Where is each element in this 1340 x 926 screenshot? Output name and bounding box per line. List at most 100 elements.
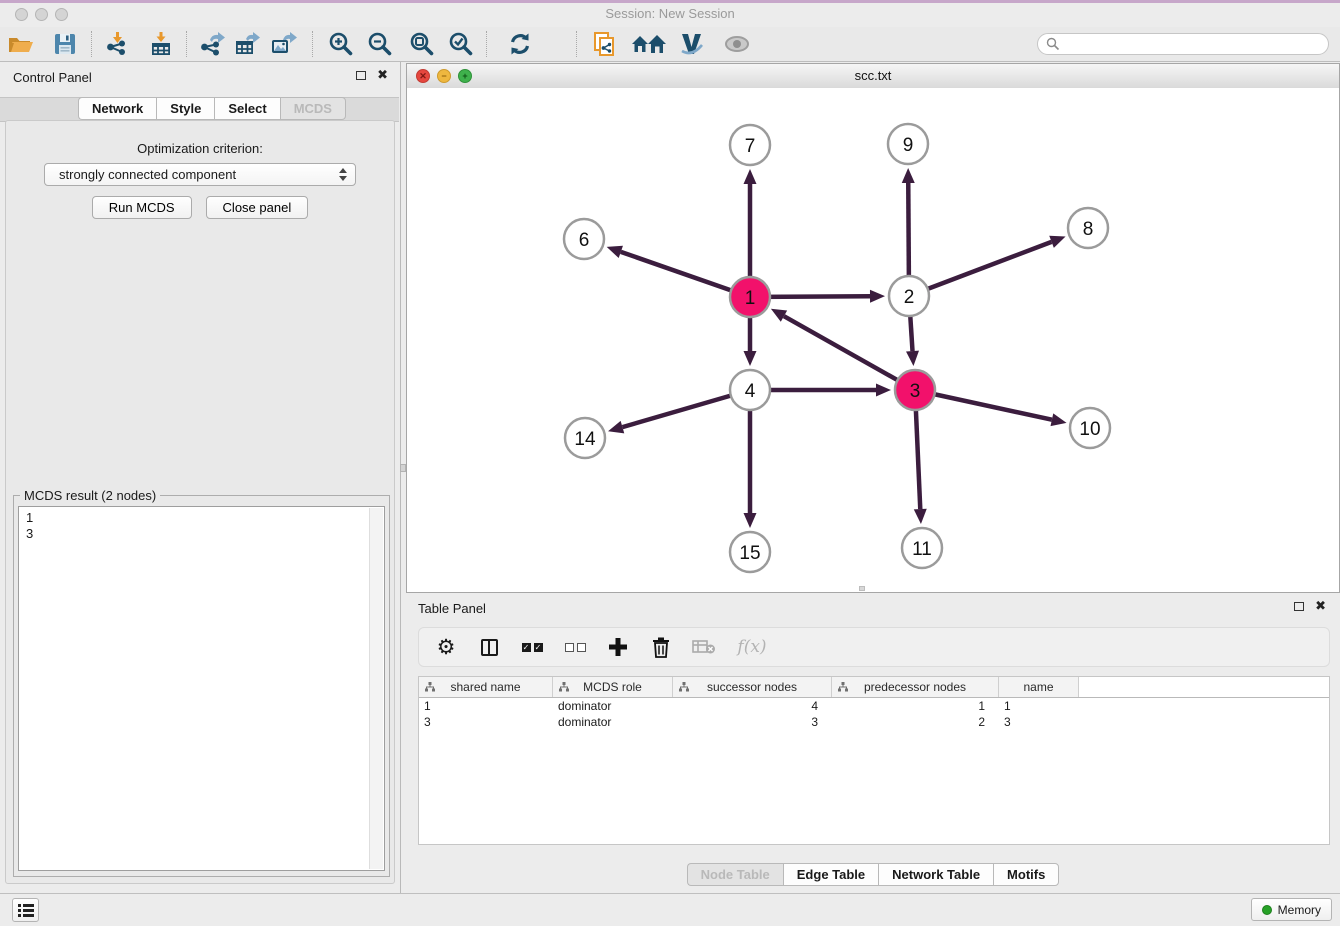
search-input[interactable] bbox=[1064, 35, 1328, 53]
zoom-out-button[interactable] bbox=[365, 30, 395, 58]
network-minimize-button[interactable]: − bbox=[437, 69, 451, 83]
column-header-label: predecessor nodes bbox=[864, 680, 966, 694]
export-image-icon bbox=[269, 31, 297, 57]
close-table-panel-icon[interactable]: ✖ bbox=[1315, 599, 1326, 614]
export-image-button[interactable] bbox=[268, 30, 298, 58]
export-table-button[interactable] bbox=[232, 30, 262, 58]
open-file-button[interactable] bbox=[5, 30, 35, 58]
graph-node-label: 4 bbox=[745, 381, 756, 402]
delete-table-button[interactable] bbox=[692, 635, 716, 659]
close-window-button[interactable] bbox=[15, 8, 28, 21]
mcds-result-lines: 13 bbox=[19, 507, 384, 542]
mcds-result-title: MCDS result (2 nodes) bbox=[20, 488, 160, 503]
close-panel-icon[interactable]: ✖ bbox=[377, 68, 388, 83]
graph-node-label: 10 bbox=[1079, 419, 1100, 440]
graph-edge-2-8[interactable] bbox=[909, 242, 1052, 296]
optimization-criterion-label: Optimization criterion: bbox=[6, 141, 394, 156]
control-panel-title: Control Panel bbox=[13, 70, 92, 85]
network-canvas[interactable]: 1234678910111415 bbox=[407, 88, 1339, 592]
table-cell[interactable]: 3 bbox=[419, 714, 553, 730]
status-bar: Memory bbox=[0, 893, 1340, 926]
table-toolbar: ⚙ ✓ ✓ bbox=[418, 627, 1330, 667]
graph-edge-3-1[interactable] bbox=[784, 316, 915, 390]
column-header-successor-nodes[interactable]: successor nodes bbox=[673, 677, 832, 697]
tab-select[interactable]: Select bbox=[214, 97, 279, 120]
add-column-button[interactable] bbox=[606, 635, 630, 659]
zoom-window-button[interactable] bbox=[55, 8, 68, 21]
function-builder-button[interactable]: f(x) bbox=[735, 635, 769, 659]
save-session-button[interactable] bbox=[50, 30, 80, 58]
import-network-icon bbox=[104, 31, 130, 57]
tab-network[interactable]: Network bbox=[78, 97, 156, 120]
result-scrollbar[interactable] bbox=[369, 508, 383, 869]
select-all-button[interactable]: ✓ ✓ bbox=[520, 635, 544, 659]
search-icon bbox=[1046, 37, 1060, 51]
network-maximize-button[interactable]: + bbox=[458, 69, 472, 83]
table-cell[interactable]: dominator bbox=[553, 714, 673, 730]
column-header-label: successor nodes bbox=[707, 680, 797, 694]
tab-network-table[interactable]: Network Table bbox=[878, 863, 993, 886]
table-body: 1dominator4113dominator323 bbox=[419, 698, 1329, 730]
clone-network-icon bbox=[592, 31, 618, 57]
graph-node-label: 1 bbox=[745, 288, 756, 309]
refresh-icon bbox=[507, 31, 533, 57]
tab-mcds[interactable]: MCDS bbox=[280, 97, 346, 120]
hierarchy-sort-icon bbox=[679, 682, 689, 692]
criterion-select[interactable]: strongly connected component bbox=[44, 163, 356, 186]
column-header-name[interactable]: name bbox=[999, 677, 1079, 697]
home-button[interactable] bbox=[630, 30, 668, 58]
table-cell[interactable]: 3 bbox=[673, 714, 832, 730]
memory-button[interactable]: Memory bbox=[1251, 898, 1332, 921]
show-columns-button[interactable] bbox=[477, 635, 501, 659]
tab-node-table[interactable]: Node Table bbox=[687, 863, 783, 886]
tab-style[interactable]: Style bbox=[156, 97, 214, 120]
export-network-button[interactable] bbox=[197, 30, 227, 58]
node-table: shared name MCDS role successor nodes prede… bbox=[418, 676, 1330, 845]
table-row[interactable]: 1dominator411 bbox=[419, 698, 1329, 714]
column-header-label: shared name bbox=[450, 680, 520, 694]
float-table-panel-icon[interactable] bbox=[1294, 602, 1304, 611]
table-row[interactable]: 3dominator323 bbox=[419, 714, 1329, 730]
main-toolbar bbox=[0, 27, 1340, 62]
column-header-predecessor-nodes[interactable]: predecessor nodes bbox=[832, 677, 999, 697]
delete-column-button[interactable] bbox=[649, 635, 673, 659]
minimize-window-button[interactable] bbox=[35, 8, 48, 21]
unchecked-box-icon bbox=[565, 643, 574, 652]
table-cell[interactable]: 1 bbox=[999, 698, 1079, 714]
zoom-in-button[interactable] bbox=[326, 30, 356, 58]
export-network-icon bbox=[198, 31, 226, 57]
clone-network-button[interactable] bbox=[590, 30, 620, 58]
table-cell[interactable]: 3 bbox=[999, 714, 1079, 730]
run-mcds-button[interactable]: Run MCDS bbox=[92, 196, 192, 219]
tab-motifs[interactable]: Motifs bbox=[993, 863, 1059, 886]
graph-node-label: 15 bbox=[739, 543, 760, 564]
table-cell[interactable]: dominator bbox=[553, 698, 673, 714]
network-close-button[interactable]: ✕ bbox=[416, 69, 430, 83]
graph-node-label: 14 bbox=[574, 429, 596, 450]
column-header-shared-name[interactable]: shared name bbox=[419, 677, 553, 697]
task-history-button[interactable] bbox=[12, 898, 39, 922]
show-hide-panels-button[interactable] bbox=[722, 30, 752, 58]
table-cell[interactable]: 4 bbox=[673, 698, 832, 714]
mcds-result-textarea[interactable]: 13 bbox=[18, 506, 385, 871]
import-table-button[interactable] bbox=[146, 30, 176, 58]
import-network-button[interactable] bbox=[102, 30, 132, 58]
horizontal-splitter-handle[interactable] bbox=[859, 586, 865, 591]
zoom-selected-button[interactable] bbox=[446, 30, 476, 58]
column-header-label: MCDS role bbox=[583, 680, 642, 694]
tab-edge-table[interactable]: Edge Table bbox=[783, 863, 878, 886]
fx-icon: f(x) bbox=[737, 637, 766, 657]
zoom-fit-button[interactable] bbox=[407, 30, 437, 58]
table-cell[interactable]: 1 bbox=[419, 698, 553, 714]
vizmapper-button[interactable] bbox=[677, 30, 707, 58]
network-view-frame: ✕ − + scc.txt 1234678910111415 bbox=[406, 63, 1340, 593]
table-settings-button[interactable]: ⚙ bbox=[434, 635, 458, 659]
zoom-selected-icon bbox=[448, 31, 474, 57]
refresh-view-button[interactable] bbox=[505, 30, 535, 58]
close-panel-button[interactable]: Close panel bbox=[206, 196, 309, 219]
table-cell[interactable]: 2 bbox=[832, 714, 999, 730]
deselect-all-button[interactable] bbox=[563, 635, 587, 659]
float-panel-icon[interactable] bbox=[356, 71, 366, 80]
table-cell[interactable]: 1 bbox=[832, 698, 999, 714]
column-header-MCDS-role[interactable]: MCDS role bbox=[553, 677, 673, 697]
